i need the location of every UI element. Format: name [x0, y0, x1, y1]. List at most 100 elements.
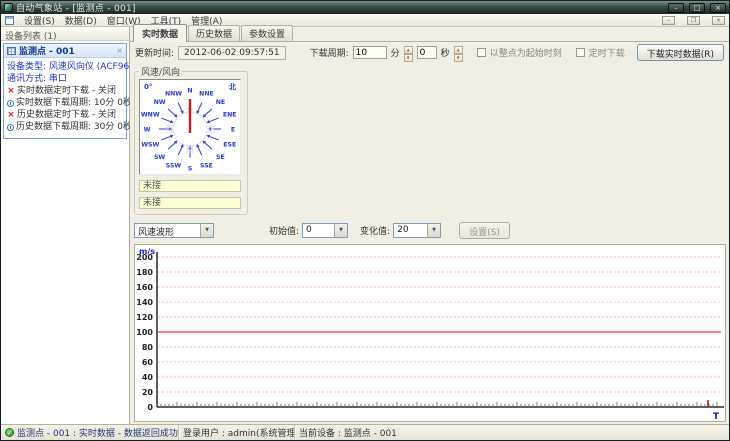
- svg-text:NE: NE: [216, 99, 225, 106]
- logged-in-user: 登录用户 : admin(系统管理员): [183, 429, 295, 439]
- update-time-label: 更新时间:: [135, 49, 175, 59]
- device-card[interactable]: 监测点 - 001 设备类型: 风速风向仪 (ACF96-4) 通讯方式: 串口…: [3, 43, 142, 139]
- svg-text:60: 60: [142, 358, 154, 367]
- history-period-text: 历史数据下载周期: 30分 0秒: [16, 122, 132, 132]
- maximize-icon[interactable]: [689, 2, 705, 13]
- app-window: 自动气象站 - [监测点 - 001] 设置(S) 数据(D) 窗口(W) 工具…: [0, 0, 730, 441]
- svg-text:140: 140: [136, 298, 153, 307]
- status-user-section: 登录用户 : admin(系统管理员): [179, 425, 295, 440]
- seconds-input[interactable]: [416, 46, 437, 59]
- waveform-select[interactable]: 风速波形: [134, 223, 214, 238]
- device-list-body: 监测点 - 001 设备类型: 风速风向仪 (ACF96-4) 通讯方式: 串口…: [1, 41, 142, 424]
- spin-up-icon[interactable]: [453, 46, 463, 54]
- settings-button[interactable]: 设置(S): [459, 222, 510, 239]
- realtime-content: 风速/风向 N NNE NE ENE E ESE SE SSE S SSW SW WSW W WNW NW N…: [130, 63, 729, 437]
- spin-up-icon[interactable]: [403, 46, 413, 54]
- status-bar: 监测点 - 001 : 实时数据 - 数据返回成功! 登录用户 : admin(…: [1, 424, 729, 440]
- minutes-input[interactable]: [352, 46, 387, 59]
- delta-value: 20: [397, 225, 409, 235]
- history-period-line: 历史数据下载周期: 30分 0秒: [7, 121, 132, 133]
- svg-text:NNE: NNE: [199, 90, 214, 97]
- svg-text:ESE: ESE: [223, 141, 236, 148]
- history-timer-text: 历史数据定时下载 - 关闭: [17, 110, 116, 120]
- realtime-period-text: 实时数据下载周期: 10分 0秒: [16, 98, 132, 108]
- workspace-panel: 实时数据 历史数据 参数设置 更新时间: 2012-06-02 09:57:51…: [130, 24, 729, 437]
- title-bar: 自动气象站 - [监测点 - 001]: [1, 1, 729, 14]
- device-list-panel: 设备列表 (1) 监测点 - 001 设备类型: 风速风向仪 (ACF96-4)…: [1, 27, 142, 424]
- wind-group-box: 风速/风向 N NNE NE ENE E ESE SE SSE S SSW SW WSW W WNW NW N…: [134, 65, 248, 215]
- svg-text:WSW: WSW: [141, 141, 159, 148]
- status-message-section: 监测点 - 001 : 实时数据 - 数据返回成功!: [1, 425, 179, 440]
- update-time-value: 2012-06-02 09:57:51: [178, 45, 286, 60]
- waveform-select-value: 风速波形: [138, 228, 175, 238]
- device-card-title-row: 监测点 - 001: [4, 44, 126, 58]
- main-area: 设备列表 (1) 监测点 - 001 设备类型: 风速风向仪 (ACF96-4)…: [1, 24, 729, 437]
- delta-value-select[interactable]: 20: [393, 223, 442, 238]
- realtime-timer-line: 实时数据定时下载 - 关闭: [7, 85, 124, 97]
- off-icon: [7, 109, 15, 121]
- mdi-minimize-icon[interactable]: [662, 15, 675, 25]
- svg-text:SE: SE: [216, 154, 225, 161]
- card-collapse-icon[interactable]: [116, 47, 123, 55]
- menu-data[interactable]: 数据(D): [65, 14, 97, 27]
- chevron-down-icon[interactable]: [200, 224, 213, 237]
- svg-text:W: W: [144, 126, 151, 133]
- svg-text:180: 180: [136, 268, 153, 277]
- svg-text:160: 160: [136, 283, 153, 292]
- clock-icon: [7, 99, 14, 107]
- realtime-timer-text: 实时数据定时下载 - 关闭: [17, 86, 116, 96]
- wind-direction-field: 未接: [139, 197, 241, 209]
- device-type-line: 设备类型: 风速风向仪 (ACF96-4): [7, 61, 142, 73]
- svg-text:SSE: SSE: [200, 162, 213, 169]
- menu-settings[interactable]: 设置(S): [24, 14, 55, 27]
- clock-icon: [7, 123, 14, 131]
- svg-text:120: 120: [136, 313, 153, 322]
- success-check-icon: [5, 428, 14, 437]
- minutes-unit-label: 分: [390, 49, 400, 59]
- minutes-stepper[interactable]: [403, 46, 413, 62]
- tab-realtime-data[interactable]: 实时数据: [133, 24, 188, 42]
- mdi-close-icon[interactable]: [712, 15, 725, 25]
- svg-text:西: 西: [165, 125, 173, 134]
- download-realtime-button[interactable]: 下载实时数据(R): [636, 44, 724, 61]
- initial-value: 0: [306, 225, 312, 235]
- close-icon[interactable]: [710, 2, 726, 13]
- timed-download-label: 定时下载: [588, 49, 625, 59]
- svg-text:SSW: SSW: [166, 162, 182, 169]
- initial-value-label: 初始值:: [269, 227, 300, 237]
- realtime-toolbar: 更新时间: 2012-06-02 09:57:51 下载周期: 分 秒 以整点为…: [130, 42, 729, 63]
- timed-download-checkbox[interactable]: [575, 48, 585, 57]
- tab-history-data[interactable]: 历史数据: [188, 25, 241, 41]
- comm-mode-line: 通讯方式: 串口: [7, 73, 124, 85]
- tab-parameter-settings[interactable]: 参数设置: [241, 25, 294, 41]
- status-device-section: 当前设备 : 监测点 - 001: [295, 425, 729, 440]
- mdi-restore-icon[interactable]: [687, 15, 700, 25]
- realtime-period-line: 实时数据下载周期: 10分 0秒: [7, 97, 132, 109]
- delta-value-label: 变化值:: [360, 227, 391, 237]
- waveform-controls: 风速波形 初始值: 0 变化值: 20 设置(S): [134, 222, 725, 239]
- initial-value-select[interactable]: 0: [302, 223, 349, 238]
- history-timer-line: 历史数据定时下载 - 关闭: [7, 109, 124, 121]
- chevron-down-icon[interactable]: [334, 224, 348, 237]
- svg-text:E: E: [231, 126, 235, 133]
- start-on-hour-checkbox[interactable]: [476, 48, 486, 57]
- svg-text:ENE: ENE: [223, 111, 237, 118]
- minimize-icon[interactable]: [668, 2, 684, 13]
- menu-bar: 设置(S) 数据(D) 窗口(W) 工具(T) 管理(A): [1, 14, 729, 27]
- svg-text:WNW: WNW: [141, 111, 160, 118]
- spin-down-icon[interactable]: [453, 54, 463, 62]
- svg-text:NW: NW: [154, 99, 166, 106]
- mdi-document-icon[interactable]: [5, 15, 14, 25]
- seconds-unit-label: 秒: [440, 49, 450, 59]
- compass-rose: N NNENE ENE E ESE SESSE S SSWSW WSW W WNW NW NNW 北南 东 西…: [141, 82, 237, 172]
- comm-mode-text: 通讯方式: 串口: [7, 74, 67, 84]
- svg-text:0°: 0°: [144, 83, 152, 91]
- wind-group-title: 风速/风向: [141, 68, 181, 78]
- tab-row: 实时数据 历史数据 参数设置: [130, 24, 729, 42]
- svg-text:S: S: [188, 165, 192, 172]
- seconds-stepper[interactable]: [453, 46, 463, 62]
- chevron-down-icon[interactable]: [427, 224, 441, 237]
- spin-down-icon[interactable]: [403, 54, 413, 62]
- svg-text:T: T: [713, 412, 720, 421]
- device-card-body: 设备类型: 风速风向仪 (ACF96-4) 通讯方式: 串口 实时数据定时下载 …: [4, 58, 142, 138]
